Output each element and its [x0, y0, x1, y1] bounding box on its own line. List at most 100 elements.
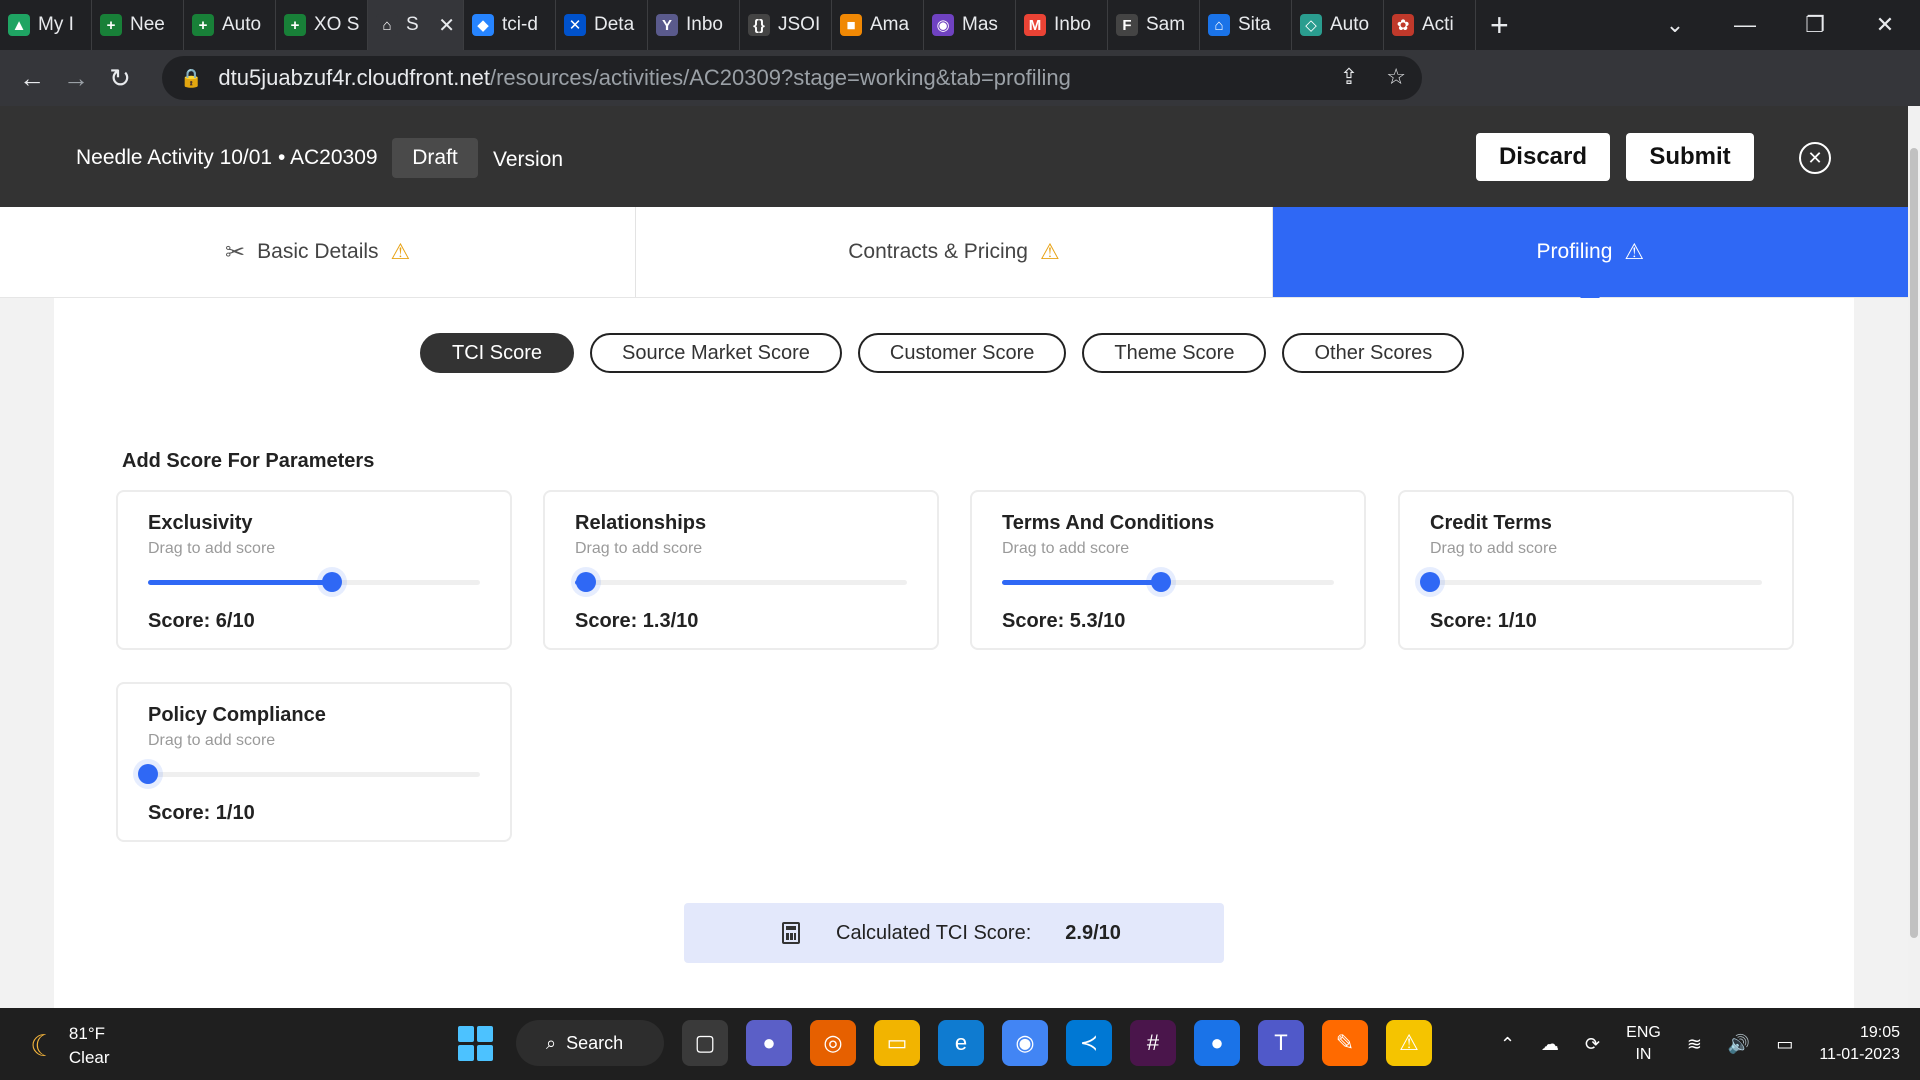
tab-title: Auto: [222, 14, 262, 35]
tab-title: Nee: [130, 14, 165, 35]
bookmark-star-icon[interactable]: ☆: [1386, 64, 1406, 90]
address-bar[interactable]: 🔒 dtu5juabzuf4r.cloudfront.net/resources…: [162, 56, 1422, 100]
parameter-name: Exclusivity: [148, 512, 253, 534]
browser-tab[interactable]: ✕ Deta: [556, 0, 648, 50]
scrollbar-thumb[interactable]: [1910, 148, 1918, 938]
status-badge: Draft: [392, 138, 478, 178]
chevron-up-icon[interactable]: ⌃: [1500, 1034, 1515, 1055]
browser-tab[interactable]: ✿ Acti: [1384, 0, 1476, 50]
browser-tab[interactable]: Y Inbo: [648, 0, 740, 50]
browser-tab[interactable]: ◉ Mas: [924, 0, 1016, 50]
slider-thumb[interactable]: [1150, 572, 1171, 592]
lock-icon[interactable]: 🔒: [180, 68, 202, 89]
parameter-hint: Drag to add score: [148, 540, 276, 557]
browser-tab[interactable]: ■ Ama: [832, 0, 924, 50]
browser-tab[interactable]: ▲ My I: [0, 0, 92, 50]
sync-icon[interactable]: ⟳: [1585, 1034, 1600, 1055]
browser-tab[interactable]: {} JSOI: [740, 0, 832, 50]
page-scrollbar[interactable]: [1908, 106, 1920, 1008]
slider-thumb[interactable]: [138, 764, 158, 784]
taskbar-app-icon[interactable]: ●: [746, 1020, 792, 1066]
taskbar-app-icon[interactable]: ▢: [682, 1020, 728, 1066]
back-icon[interactable]: ←: [10, 63, 54, 94]
language-indicator[interactable]: ENG IN: [1626, 1022, 1661, 1066]
taskbar-app-icon[interactable]: e: [938, 1020, 984, 1066]
score-slider[interactable]: [1002, 572, 1334, 592]
warning-icon: ⚠: [1039, 239, 1060, 264]
slider-thumb[interactable]: [1420, 572, 1440, 592]
taskbar-app-icon[interactable]: T: [1258, 1020, 1304, 1066]
new-tab-icon[interactable]: +: [1490, 7, 1509, 44]
tab-label: Profiling: [1536, 240, 1613, 263]
url-host: dtu5juabzuf4r.cloudfront.net: [218, 65, 490, 90]
tab-favicon-icon: +: [100, 14, 122, 36]
taskbar-app-icon[interactable]: #: [1130, 1020, 1176, 1066]
taskbar-app-icon[interactable]: ●: [1194, 1020, 1240, 1066]
score-slider[interactable]: [1420, 572, 1762, 592]
reload-icon[interactable]: ↻: [98, 63, 142, 94]
tab-title: S: [406, 14, 419, 35]
browser-tab[interactable]: ◇ Auto: [1292, 0, 1384, 50]
tab-search-icon[interactable]: ⌄: [1640, 12, 1710, 38]
version-label[interactable]: Version: [493, 148, 563, 172]
volume-icon[interactable]: 🔊: [1728, 1034, 1750, 1055]
tab-contracts-pricing[interactable]: Contracts & Pricing ⚠: [636, 207, 1273, 297]
slider-thumb[interactable]: [576, 572, 597, 592]
taskbar-app-icon[interactable]: ≺: [1066, 1020, 1112, 1066]
tab-theme-score[interactable]: Theme Score: [1082, 333, 1267, 373]
browser-tab[interactable]: F Sam: [1108, 0, 1200, 50]
share-icon[interactable]: ⇪: [1340, 64, 1358, 90]
parameter-score: Score: 1/10: [148, 802, 255, 824]
tab-title: XO S: [314, 14, 359, 35]
browser-tab[interactable]: M Inbo: [1016, 0, 1108, 50]
browser-tab[interactable]: + Auto: [184, 0, 276, 50]
browser-tab[interactable]: + Nee: [92, 0, 184, 50]
close-icon[interactable]: ✕: [1799, 142, 1831, 174]
tab-other-scores[interactable]: Other Scores: [1282, 333, 1465, 373]
taskbar-app-icon[interactable]: ⚠: [1386, 1020, 1432, 1066]
taskbar-app-icon[interactable]: ◎: [810, 1020, 856, 1066]
slider-thumb[interactable]: [322, 572, 343, 592]
score-type-tabs: TCI Score Source Market Score Customer S…: [420, 333, 1465, 373]
main-tabs: ✂ Basic Details ⚠ Contracts & Pricing ⚠ …: [0, 207, 1908, 307]
tab-basic-details[interactable]: ✂ Basic Details ⚠: [0, 207, 637, 297]
warning-icon: ⚠: [390, 239, 411, 264]
browser-tab[interactable]: ⌂ S ✕: [368, 0, 464, 50]
tab-profiling[interactable]: Profiling ⚠: [1272, 207, 1908, 307]
browser-tab[interactable]: + XO S: [276, 0, 368, 50]
taskbar-app-icon[interactable]: ✎: [1322, 1020, 1368, 1066]
battery-icon[interactable]: ▭: [1776, 1034, 1793, 1055]
tab-customer-score[interactable]: Customer Score: [857, 333, 1067, 373]
taskbar-app-icon[interactable]: ▭: [874, 1020, 920, 1066]
cloud-icon[interactable]: ☁: [1541, 1034, 1559, 1055]
close-tab-icon[interactable]: ✕: [438, 13, 455, 38]
browser-tab[interactable]: ◆ tci-d: [464, 0, 556, 50]
windows-start-icon[interactable]: [452, 1020, 498, 1066]
forward-icon[interactable]: →: [54, 63, 98, 94]
weather-condition: Clear: [68, 1048, 110, 1067]
score-slider[interactable]: [148, 572, 480, 592]
taskbar-app-icon[interactable]: ◉: [1002, 1020, 1048, 1066]
tab-favicon-icon: ■: [840, 14, 862, 36]
parameter-card-policy-compliance: Policy Compliance Drag to add score Scor…: [116, 682, 512, 842]
tab-source-market-score[interactable]: Source Market Score: [590, 333, 842, 373]
tab-label: Contracts & Pricing: [848, 240, 1028, 263]
tab-favicon-icon: +: [192, 14, 214, 36]
taskbar-search[interactable]: ⌕ Search: [516, 1020, 664, 1066]
discard-button[interactable]: Discard: [1476, 133, 1610, 181]
tab-title: JSOI: [778, 14, 821, 35]
restore-icon[interactable]: ❐: [1780, 12, 1850, 38]
score-slider[interactable]: [138, 764, 480, 784]
score-slider[interactable]: [575, 572, 907, 592]
browser-tab[interactable]: ⌂ Sita: [1200, 0, 1292, 50]
submit-button[interactable]: Submit: [1626, 133, 1754, 181]
minimize-icon[interactable]: —: [1710, 12, 1780, 38]
weather-widget[interactable]: ☾ 81°F Clear: [30, 1022, 110, 1070]
window-close-icon[interactable]: ✕: [1850, 12, 1920, 38]
wifi-icon[interactable]: ≋: [1687, 1034, 1702, 1055]
clock[interactable]: 19:05 11-01-2023: [1819, 1022, 1900, 1066]
tab-tci-score[interactable]: TCI Score: [420, 333, 575, 373]
moon-icon: ☾: [30, 1029, 57, 1063]
system-tray: ⌃ ☁ ⟳ ENG IN ≋ 🔊 ▭ 19:05 11-01-2023: [1500, 1022, 1900, 1066]
tab-favicon-icon: ◉: [932, 14, 954, 36]
